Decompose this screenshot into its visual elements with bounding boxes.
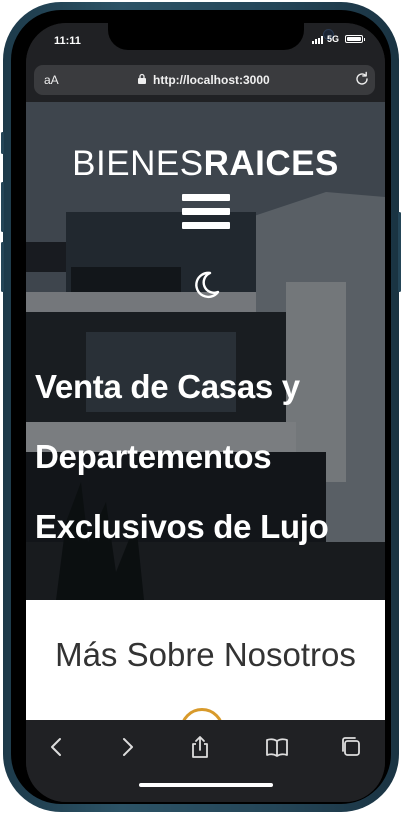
back-icon[interactable] [44,734,70,760]
bookmarks-icon[interactable] [264,734,290,760]
status-time: 11:11 [54,35,81,47]
screen: 11:11 5G aA http://localhost:3000 BIENES… [26,23,385,802]
mute-switch [1,132,4,154]
network-label: 5G [327,34,340,44]
hamburger-icon[interactable] [182,194,230,236]
logo-light-text: BIENES [72,144,204,183]
forward-icon[interactable] [114,734,140,760]
notch [108,23,334,50]
moon-icon[interactable] [191,270,221,300]
hero-headline: Venta de Casas y Departementos Exclusivo… [35,352,329,562]
phone-frame: 11:11 5G aA http://localhost:3000 BIENES… [1,2,401,812]
site-logo[interactable]: BIENESRAICES [26,144,385,184]
reload-icon[interactable] [354,71,370,87]
lock-icon [138,73,146,84]
logo-bold-text: RAICES [203,144,339,183]
tabs-icon[interactable] [338,734,364,760]
hero-line-2: Departementos [35,438,272,475]
about-section: Más Sobre Nosotros [26,600,385,752]
hero-line-1: Venta de Casas y [35,368,300,405]
volume-up-button [1,182,4,232]
status-bar: 11:11 5G [26,23,385,63]
home-indicator[interactable] [139,783,273,787]
volume-down-button [1,242,4,292]
power-button [398,212,401,292]
battery-icon [345,35,365,43]
url-text[interactable]: http://localhost:3000 [153,73,270,87]
browser-toolbar [26,720,385,802]
address-bar[interactable]: aA http://localhost:3000 [34,65,375,95]
text-size-button[interactable]: aA [44,73,59,87]
hero-line-3: Exclusivos de Lujo [35,508,329,545]
share-icon[interactable] [187,734,213,760]
browser-address-area: aA http://localhost:3000 [26,63,385,103]
about-title: Más Sobre Nosotros [55,636,356,673]
signal-icon [312,36,323,44]
hero-section: BIENESRAICES Venta de Casas y Departemen… [26,102,385,600]
